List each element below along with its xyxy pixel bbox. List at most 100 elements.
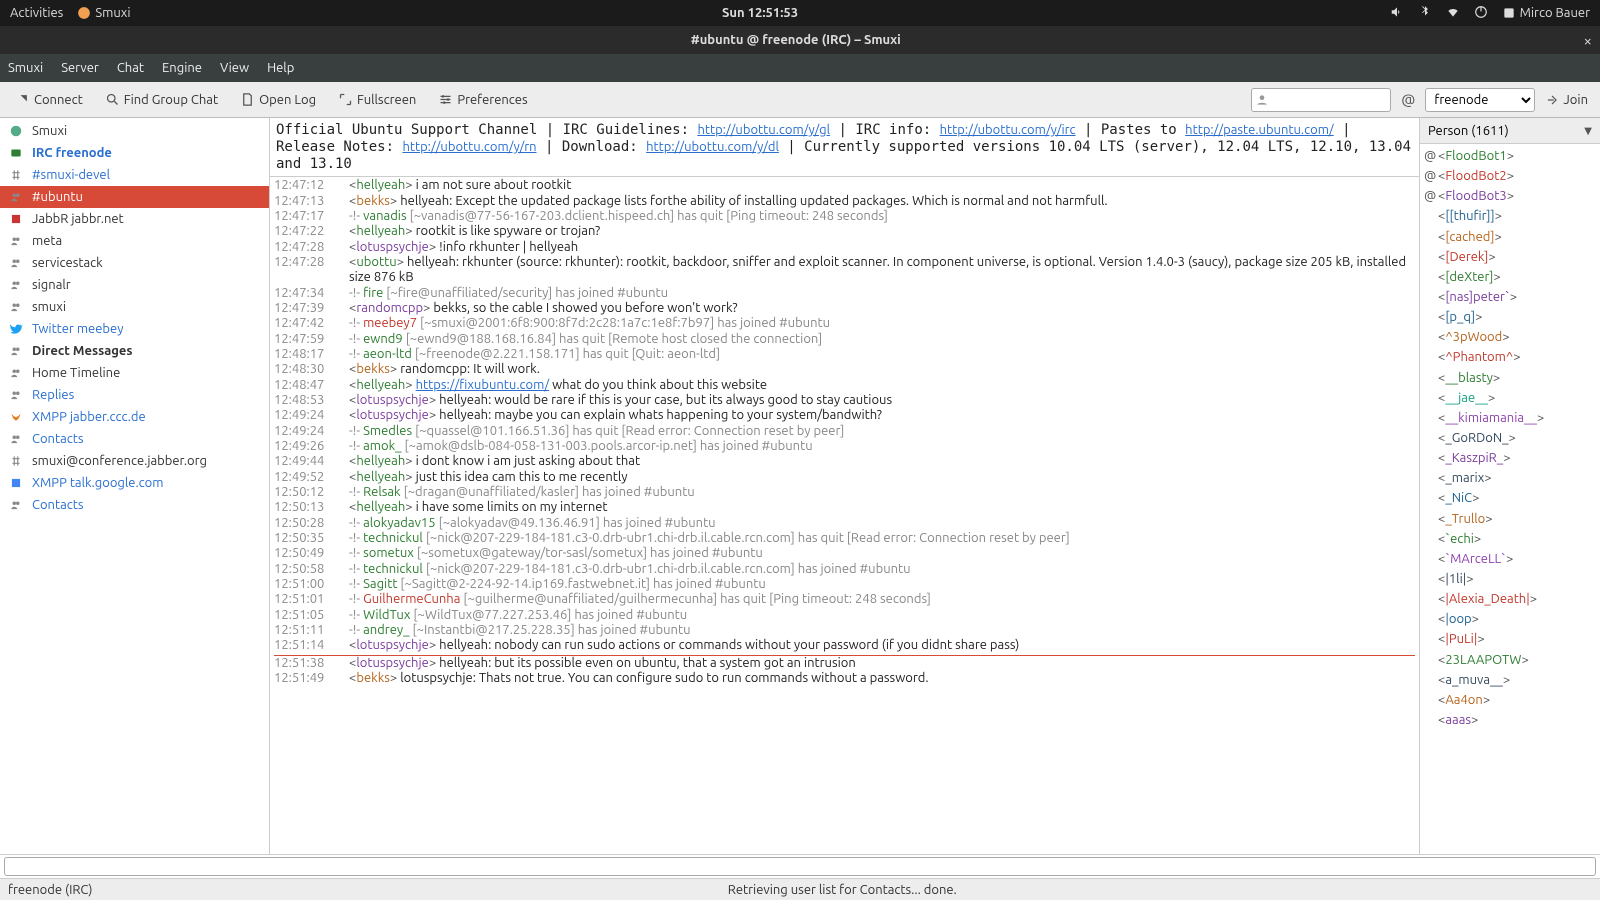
menu-server[interactable]: Server bbox=[61, 61, 99, 75]
fullscreen-icon bbox=[338, 92, 353, 107]
user-row[interactable]: <[cached]> bbox=[1424, 227, 1596, 247]
clock[interactable]: Sun 12:51:53 bbox=[131, 6, 1390, 20]
user-row[interactable]: <Aa4on> bbox=[1424, 690, 1596, 710]
at-separator: @ bbox=[1395, 91, 1421, 108]
activities-button[interactable]: Activities bbox=[10, 6, 63, 20]
user-row[interactable]: <_NiC> bbox=[1424, 488, 1596, 508]
log-row: 12:49:52<hellyeah> just this idea cam th… bbox=[274, 470, 1415, 485]
main-area: SmuxiIRC freenode#smuxi-devel#ubuntuJabb… bbox=[0, 118, 1600, 854]
user-row[interactable]: <aaas> bbox=[1424, 710, 1596, 730]
app-icon bbox=[8, 123, 24, 139]
google-icon bbox=[8, 475, 24, 491]
preferences-button[interactable]: Preferences bbox=[429, 87, 536, 112]
user-row[interactable]: <[[thufir]]> bbox=[1424, 206, 1596, 226]
connect-button[interactable]: Connect bbox=[6, 87, 92, 112]
menu-smuxi[interactable]: Smuxi bbox=[8, 61, 43, 75]
sidebar-item[interactable]: #ubuntu bbox=[0, 186, 269, 208]
menu-chat[interactable]: Chat bbox=[117, 61, 144, 75]
user-row[interactable]: <|PuLi|> bbox=[1424, 629, 1596, 649]
sidebar-item[interactable]: XMPP jabber.ccc.de bbox=[0, 406, 269, 428]
message-input-bar bbox=[0, 854, 1600, 878]
log-row: 12:51:38<lotuspsychje> hellyeah: but its… bbox=[274, 655, 1415, 671]
server-select[interactable]: freenode bbox=[1425, 88, 1535, 112]
menu-engine[interactable]: Engine bbox=[162, 61, 202, 75]
sidebar-item[interactable]: Home Timeline bbox=[0, 362, 269, 384]
user-row[interactable]: <__blasty> bbox=[1424, 368, 1596, 388]
sidebar-item[interactable]: IRC freenode bbox=[0, 142, 269, 164]
user-list[interactable]: @<FloodBot1>@<FloodBot2>@<FloodBot3><[[t… bbox=[1420, 144, 1600, 854]
search-input[interactable] bbox=[1251, 88, 1391, 112]
user-row[interactable]: <|1li|> bbox=[1424, 569, 1596, 589]
user-count-label: Person (1611) bbox=[1428, 124, 1509, 138]
active-app[interactable]: Smuxi bbox=[77, 6, 130, 20]
user-row[interactable]: @<FloodBot2> bbox=[1424, 166, 1596, 186]
user-menu[interactable]: Mirco Bauer bbox=[1502, 6, 1590, 20]
sidebar-item[interactable]: JabbR jabbr.net bbox=[0, 208, 269, 230]
user-row[interactable]: @<FloodBot3> bbox=[1424, 186, 1596, 206]
user-icon bbox=[1502, 6, 1516, 20]
user-row[interactable]: <[deXter]> bbox=[1424, 267, 1596, 287]
user-panel-header[interactable]: Person (1611) ▼ bbox=[1420, 118, 1600, 144]
menu-help[interactable]: Help bbox=[267, 61, 294, 75]
user-row[interactable]: <|oop> bbox=[1424, 609, 1596, 629]
wifi-icon[interactable] bbox=[1446, 5, 1460, 22]
power-icon[interactable] bbox=[1474, 5, 1488, 22]
join-button[interactable]: Join bbox=[1539, 89, 1594, 111]
log-row: 12:47:22<hellyeah> rootkit is like spywa… bbox=[274, 224, 1415, 239]
bluetooth-icon[interactable] bbox=[1418, 5, 1432, 22]
user-row[interactable]: <__kimiamania__> bbox=[1424, 408, 1596, 428]
user-row[interactable]: <[p_q]> bbox=[1424, 307, 1596, 327]
sidebar-item[interactable]: meta bbox=[0, 230, 269, 252]
sidebar-item-label: Home Timeline bbox=[32, 366, 120, 380]
sidebar-item[interactable]: smuxi@conference.jabber.org bbox=[0, 450, 269, 472]
sidebar-item[interactable]: XMPP talk.google.com bbox=[0, 472, 269, 494]
user-row[interactable]: <a_muva__> bbox=[1424, 670, 1596, 690]
user-row[interactable]: <[nas]peter`> bbox=[1424, 287, 1596, 307]
user-row[interactable]: <`MArceLL`> bbox=[1424, 549, 1596, 569]
message-input[interactable] bbox=[4, 857, 1596, 876]
sidebar-item[interactable]: smuxi bbox=[0, 296, 269, 318]
people-icon bbox=[8, 233, 24, 249]
fullscreen-button[interactable]: Fullscreen bbox=[329, 87, 425, 112]
sidebar-item[interactable]: Twitter meebey bbox=[0, 318, 269, 340]
user-row[interactable]: <_marix> bbox=[1424, 468, 1596, 488]
sidebar-item[interactable]: servicestack bbox=[0, 252, 269, 274]
chevron-down-icon: ▼ bbox=[1584, 125, 1592, 137]
channel-sidebar[interactable]: SmuxiIRC freenode#smuxi-devel#ubuntuJabb… bbox=[0, 118, 270, 854]
sidebar-item[interactable]: Contacts bbox=[0, 494, 269, 516]
log-row: 12:51:00-!- Sagitt [~Sagitt@2-224-92-14.… bbox=[274, 577, 1415, 592]
user-row[interactable]: <_GoRDoN_> bbox=[1424, 428, 1596, 448]
log-row: 12:47:34-!- fire [~fire@unaffiliated/sec… bbox=[274, 286, 1415, 301]
connect-icon bbox=[15, 92, 30, 107]
volume-icon[interactable] bbox=[1390, 5, 1404, 22]
sidebar-item[interactable]: Smuxi bbox=[0, 120, 269, 142]
log-row: 12:49:26-!- amok_ [~amok@dslb-084-058-13… bbox=[274, 439, 1415, 454]
open-log-button[interactable]: Open Log bbox=[231, 87, 325, 112]
user-row[interactable]: <^Phantom^> bbox=[1424, 347, 1596, 367]
people-icon bbox=[8, 431, 24, 447]
user-row[interactable]: <|Alexia_Death|> bbox=[1424, 589, 1596, 609]
user-row[interactable]: @<FloodBot1> bbox=[1424, 146, 1596, 166]
log-row: 12:47:13<bekks> hellyeah: Except the upd… bbox=[274, 194, 1415, 209]
user-row[interactable]: <_Trullo> bbox=[1424, 509, 1596, 529]
chat-log[interactable]: 12:47:12<hellyeah> i am not sure about r… bbox=[270, 177, 1419, 854]
user-row[interactable]: <__jae__> bbox=[1424, 388, 1596, 408]
user-row[interactable]: <`echi> bbox=[1424, 529, 1596, 549]
user-row[interactable]: <23LAAPOTW> bbox=[1424, 650, 1596, 670]
sidebar-item[interactable]: Direct Messages bbox=[0, 340, 269, 362]
window-titlebar: #ubuntu @ freenode (IRC) – Smuxi × bbox=[0, 26, 1600, 54]
find-group-chat-button[interactable]: Find Group Chat bbox=[96, 87, 227, 112]
close-icon[interactable]: × bbox=[1584, 32, 1592, 49]
log-row: 12:50:13<hellyeah> i have some limits on… bbox=[274, 500, 1415, 515]
window-title: #ubuntu @ freenode (IRC) – Smuxi bbox=[8, 33, 1584, 47]
sidebar-item[interactable]: Contacts bbox=[0, 428, 269, 450]
user-row[interactable]: <_KaszpiR_> bbox=[1424, 448, 1596, 468]
sidebar-item[interactable]: Replies bbox=[0, 384, 269, 406]
sidebar-item[interactable]: #smuxi-devel bbox=[0, 164, 269, 186]
user-row[interactable]: <^3pWood> bbox=[1424, 327, 1596, 347]
sidebar-item[interactable]: signalr bbox=[0, 274, 269, 296]
people-icon bbox=[8, 189, 24, 205]
menu-view[interactable]: View bbox=[220, 61, 249, 75]
xmpp-icon bbox=[8, 409, 24, 425]
user-row[interactable]: <[Derek]> bbox=[1424, 247, 1596, 267]
